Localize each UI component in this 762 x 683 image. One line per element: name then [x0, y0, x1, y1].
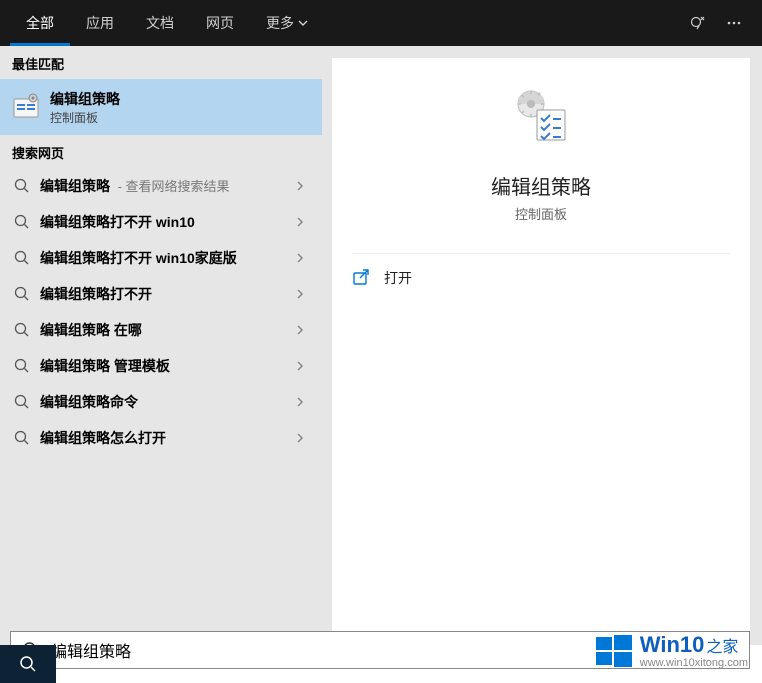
open-label: 打开 [384, 268, 412, 288]
search-icon [14, 394, 30, 410]
preview-panel: 编辑组策略 控制面板 打开 [332, 58, 750, 633]
web-result-item[interactable]: 编辑组策略打不开 win10家庭版 [0, 240, 322, 276]
web-result-label: 编辑组策略 在哪 [40, 320, 294, 340]
open-action[interactable]: 打开 [332, 254, 750, 302]
tab-web[interactable]: 网页 [190, 0, 250, 46]
web-result-label: 编辑组策略命令 [40, 392, 294, 412]
chevron-right-icon [294, 359, 308, 373]
chevron-right-icon [294, 395, 308, 409]
tab-more[interactable]: 更多 [250, 0, 324, 46]
best-match-header: 最佳匹配 [0, 46, 322, 79]
chevron-right-icon [294, 215, 308, 229]
feedback-icon[interactable] [680, 0, 716, 46]
web-result-item[interactable]: 编辑组策略 管理模板 [0, 348, 322, 384]
watermark-url: www.win10xitong.com [640, 657, 748, 669]
chevron-right-icon [294, 287, 308, 301]
web-result-item[interactable]: 编辑组策略怎么打开 [0, 420, 322, 456]
web-result-label: 编辑组策略怎么打开 [40, 428, 294, 448]
chevron-right-icon [294, 251, 308, 265]
tab-all[interactable]: 全部 [10, 0, 70, 46]
windows-logo-icon [596, 633, 632, 669]
preview-title: 编辑组策略 [491, 171, 591, 200]
watermark: Win10 之家 www.win10xitong.com [596, 633, 748, 669]
more-options-icon[interactable] [716, 0, 752, 46]
tab-apps[interactable]: 应用 [70, 0, 130, 46]
web-result-label: 编辑组策略 管理模板 [40, 356, 294, 376]
web-result-item[interactable]: 编辑组策略命令 [0, 384, 322, 420]
preview-subtitle: 控制面板 [515, 204, 567, 223]
results-panel: 最佳匹配 编辑组策略 控制面板 搜索网页 编辑组策略 - 查看网络搜索结果编辑组 [0, 46, 322, 645]
search-icon [14, 286, 30, 302]
taskbar-search-button[interactable] [0, 645, 56, 683]
web-result-label: 编辑组策略打不开 [40, 284, 294, 304]
web-search-header: 搜索网页 [0, 135, 322, 168]
watermark-title-2: 之家 [706, 639, 738, 657]
web-result-label: 编辑组策略打不开 win10家庭版 [40, 248, 294, 268]
best-match-title: 编辑组策略 [50, 89, 120, 109]
web-result-item[interactable]: 编辑组策略打不开 win10 [0, 204, 322, 240]
web-result-item[interactable]: 编辑组策略打不开 [0, 276, 322, 312]
topbar-right [680, 0, 762, 46]
search-icon [14, 358, 30, 374]
chevron-right-icon [294, 323, 308, 337]
open-icon [352, 269, 370, 287]
chevron-right-icon [294, 179, 308, 193]
web-result-label: 编辑组策略打不开 win10 [40, 212, 294, 232]
watermark-title-1: Win10 [640, 633, 705, 657]
chevron-right-icon [294, 431, 308, 445]
control-panel-icon [12, 93, 40, 121]
tab-more-label: 更多 [266, 13, 294, 33]
preview-app-icon [509, 86, 573, 153]
search-icon [14, 322, 30, 338]
best-match-subtitle: 控制面板 [50, 109, 120, 126]
web-result-label: 编辑组策略 - 查看网络搜索结果 [40, 176, 294, 196]
search-icon [14, 178, 30, 194]
chevron-down-icon [298, 18, 308, 28]
search-icon [14, 430, 30, 446]
tab-docs[interactable]: 文档 [130, 0, 190, 46]
web-result-item[interactable]: 编辑组策略 - 查看网络搜索结果 [0, 168, 322, 204]
web-results-list: 编辑组策略 - 查看网络搜索结果编辑组策略打不开 win10 编辑组策略打不开 w… [0, 168, 322, 456]
best-match-item[interactable]: 编辑组策略 控制面板 [0, 79, 322, 135]
search-icon [14, 250, 30, 266]
search-icon [14, 214, 30, 230]
top-tab-bar: 全部 应用 文档 网页 更多 [0, 0, 762, 46]
web-result-item[interactable]: 编辑组策略 在哪 [0, 312, 322, 348]
